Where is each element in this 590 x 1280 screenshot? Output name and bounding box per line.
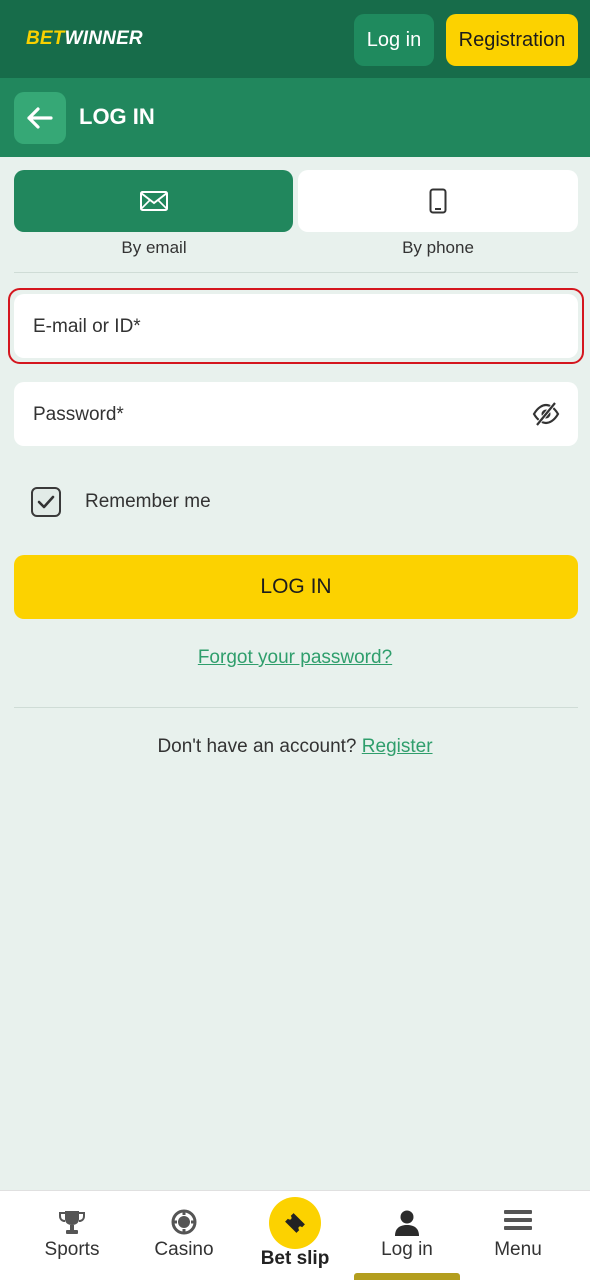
remember-me-checkbox[interactable] [31, 487, 61, 517]
tab-by-email[interactable] [14, 170, 293, 232]
logo-winner-text: WINNER [64, 28, 143, 49]
betwinner-logo[interactable]: BETWINNER [26, 28, 143, 50]
top-bar: BETWINNER Log in Registration [0, 0, 590, 78]
remember-me-label[interactable]: Remember me [85, 491, 211, 513]
no-account-row: Don't have an account? Register [0, 736, 590, 758]
header-login-button[interactable]: Log in [354, 14, 434, 66]
nav-item-casino-label: Casino [154, 1239, 214, 1260]
page-header: LOG IN [0, 78, 590, 157]
tab-by-email-label: By email [121, 238, 187, 257]
nav-item-bet-slip[interactable] [269, 1197, 321, 1249]
login-submit-button[interactable]: LOG IN [14, 555, 578, 619]
email-field[interactable]: E-mail or ID* [14, 294, 578, 358]
nav-item-menu-label: Menu [494, 1239, 542, 1260]
page-title: LOG IN [79, 104, 155, 129]
tab-by-phone-label: By phone [402, 238, 474, 257]
password-field-placeholder: Password* [33, 404, 124, 425]
header-registration-button[interactable]: Registration [446, 14, 578, 66]
trophy-icon [59, 1211, 85, 1234]
no-account-text: Don't have an account? [157, 736, 357, 757]
nav-item-bet-slip-label: Bet slip [260, 1248, 330, 1269]
envelope-icon [139, 191, 168, 211]
email-field-placeholder: E-mail or ID* [33, 316, 141, 337]
forgot-password-link: Forgot your password? [0, 647, 590, 669]
nav-item-sports-label: Sports [44, 1239, 100, 1260]
logo-bet-text: BET [26, 28, 65, 49]
nav-item-login-label: Log in [381, 1239, 433, 1260]
tab-by-phone[interactable] [298, 170, 578, 232]
nav-item-login[interactable]: Log in [352, 1191, 462, 1280]
forgot-password-link-text[interactable]: Forgot your password? [198, 647, 392, 668]
user-icon [395, 1210, 419, 1236]
ticket-icon [285, 1213, 305, 1233]
register-link[interactable]: Register [362, 736, 433, 757]
casino-chip-icon [171, 1209, 197, 1235]
nav-item-menu[interactable]: Menu [463, 1191, 573, 1280]
eye-slash-icon[interactable] [532, 401, 560, 427]
nav-item-casino[interactable]: Casino [129, 1191, 239, 1280]
nav-item-sports[interactable]: Sports [17, 1191, 127, 1280]
phone-icon [429, 188, 447, 214]
password-field[interactable]: Password* [14, 382, 578, 446]
back-button[interactable] [14, 92, 66, 144]
divider [14, 272, 578, 273]
divider [14, 707, 578, 708]
hamburger-icon [504, 1210, 532, 1230]
active-tab-indicator [354, 1273, 460, 1280]
checkmark-icon [37, 495, 55, 509]
arrow-left-icon [27, 107, 53, 129]
